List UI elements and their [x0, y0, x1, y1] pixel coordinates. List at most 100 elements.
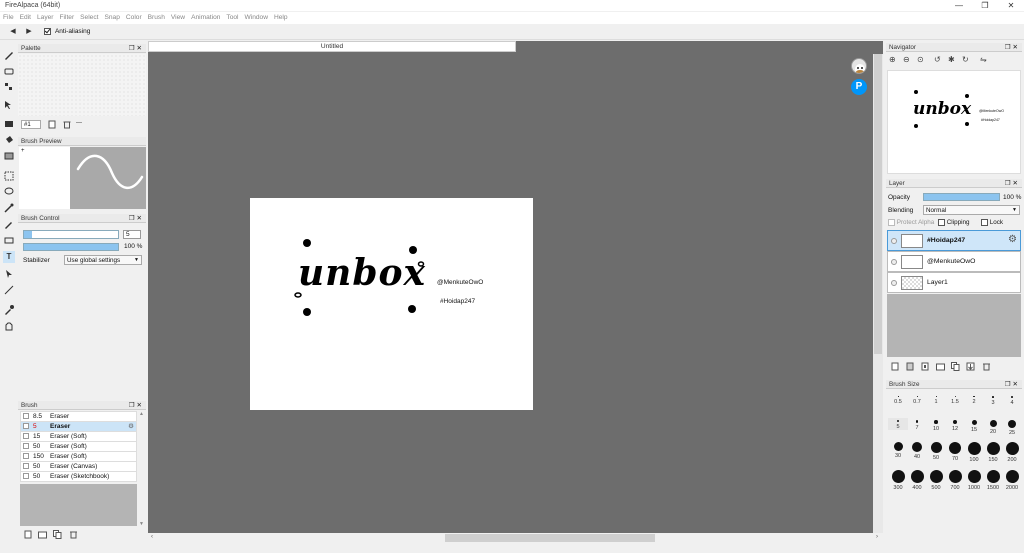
fill-rect-tool-icon[interactable]	[3, 118, 15, 130]
stabilizer-select[interactable]: Use global settings ▼	[64, 255, 142, 265]
palette-grid[interactable]	[18, 54, 146, 116]
menu-tool[interactable]: Tool	[223, 12, 241, 24]
move-tool-icon[interactable]	[3, 99, 15, 111]
brush-size-option[interactable]: 1.5	[945, 396, 965, 405]
new-brush-icon[interactable]	[24, 530, 33, 539]
brush-item[interactable]: 50 Eraser (Soft)	[20, 442, 137, 452]
brush-checkbox[interactable]	[23, 443, 29, 449]
duplicate-icon[interactable]	[53, 530, 62, 539]
rotate-reset-icon[interactable]: ✱	[948, 55, 955, 64]
brush-item[interactable]: 150 Eraser (Soft)	[20, 452, 137, 462]
vertical-scrollbar[interactable]	[873, 54, 883, 533]
brush-item[interactable]: 8.5 Eraser	[20, 412, 137, 422]
brush-size-option[interactable]: 1500	[983, 470, 1003, 491]
blending-select[interactable]: Normal ▼	[923, 205, 1020, 215]
navigator-preview[interactable]: unbox @MenkuteOwO #Hoidap247	[887, 70, 1021, 174]
palette-selector[interactable]: #1	[21, 120, 41, 129]
panel-controls[interactable]: ❐✕	[129, 44, 144, 53]
vertical-scroll-thumb[interactable]	[874, 54, 882, 354]
brush-checkbox[interactable]	[23, 423, 29, 429]
maximize-button[interactable]: ❐	[972, 0, 998, 11]
brush-size-option[interactable]: 12	[945, 418, 965, 432]
menu-select[interactable]: Select	[77, 12, 101, 24]
clipping-toggle[interactable]: Clipping	[938, 219, 970, 226]
brush-size-input[interactable]: 5	[123, 230, 141, 239]
scroll-up-icon[interactable]: ▲	[139, 411, 144, 417]
brush-item-selected[interactable]: 5 Eraser ⚙	[20, 422, 137, 432]
brush-size-option[interactable]: 0.5	[888, 396, 908, 405]
panel-controls[interactable]: ❐✕	[129, 214, 144, 223]
brush-size-option[interactable]: 400	[907, 470, 927, 491]
brush-size-option[interactable]: 3	[983, 396, 1003, 406]
brush-size-option[interactable]: 15	[964, 418, 984, 433]
clipping-checkbox[interactable]	[938, 219, 945, 226]
select-eraser-tool-icon[interactable]	[3, 234, 15, 246]
layer-row[interactable]: Layer1	[887, 272, 1021, 293]
menu-animation[interactable]: Animation	[188, 12, 223, 24]
anti-aliasing-checkbox[interactable]	[44, 28, 51, 35]
horizontal-scroll-thumb[interactable]	[445, 534, 655, 542]
menu-color[interactable]: Color	[123, 12, 145, 24]
brush-item[interactable]: 50 Eraser (Canvas)	[20, 462, 137, 472]
brush-size-option[interactable]: 1000	[964, 470, 984, 491]
new-layer-icon[interactable]	[891, 362, 900, 371]
brush-size-option[interactable]: 2000	[1002, 470, 1022, 491]
brush-size-option[interactable]: 25	[1002, 418, 1022, 436]
brush-size-option[interactable]: 20	[983, 418, 1003, 435]
pen-tool-icon[interactable]	[3, 49, 15, 61]
pixiv-icon[interactable]: P	[851, 79, 867, 95]
brush-size-option[interactable]: 700	[945, 470, 965, 491]
minimize-button[interactable]: —	[946, 0, 972, 11]
brush-size-option[interactable]: 5	[888, 418, 908, 430]
gear-icon[interactable]: ⚙	[128, 422, 134, 431]
select-pen-tool-icon[interactable]	[3, 218, 15, 230]
trash-icon[interactable]	[982, 362, 991, 371]
folder-icon[interactable]	[38, 530, 47, 539]
protect-alpha-toggle[interactable]: Protect Alpha	[888, 219, 934, 226]
scroll-down-icon[interactable]: ▼	[139, 521, 144, 527]
menu-file[interactable]: File	[0, 12, 17, 24]
brush-size-option[interactable]: 2	[964, 396, 984, 405]
lock-toggle[interactable]: Lock	[981, 219, 1003, 226]
brush-size-option[interactable]: 10	[926, 418, 946, 432]
scroll-left-icon[interactable]: ‹	[151, 534, 153, 540]
document-tab[interactable]: Untitled	[148, 41, 516, 52]
new-palette-icon[interactable]	[48, 120, 56, 129]
zoom-out-icon[interactable]: ⊖	[903, 55, 910, 64]
zoom-in-icon[interactable]: ⊕	[889, 55, 896, 64]
layer-opacity-slider[interactable]	[923, 193, 1000, 201]
lock-checkbox[interactable]	[981, 219, 988, 226]
brush-size-option[interactable]: 70	[945, 442, 965, 462]
brush-size-option[interactable]: 1	[926, 396, 946, 405]
brush-size-option[interactable]: 50	[926, 442, 946, 461]
menu-layer[interactable]: Layer	[34, 12, 57, 24]
brush-size-option[interactable]: 150	[983, 442, 1003, 463]
new-halftone-layer-icon[interactable]	[906, 362, 915, 371]
zoom-fit-icon[interactable]: ⊙	[917, 55, 924, 64]
horizontal-scrollbar[interactable]: ‹ ›	[148, 533, 883, 543]
duplicate-layer-icon[interactable]	[951, 362, 960, 371]
menu-help[interactable]: Help	[271, 12, 291, 24]
alpaca-mascot-icon[interactable]	[851, 58, 867, 74]
brush-size-option[interactable]: 500	[926, 470, 946, 491]
brush-checkbox[interactable]	[23, 433, 29, 439]
operation-tool-icon[interactable]	[3, 268, 15, 280]
bucket-tool-icon[interactable]	[3, 134, 15, 146]
brush-checkbox[interactable]	[23, 473, 29, 479]
gear-icon[interactable]: ⚙	[1008, 234, 1017, 245]
brush-size-slider[interactable]	[23, 230, 119, 239]
brush-opacity-slider[interactable]	[23, 243, 119, 251]
new-1bit-layer-icon[interactable]	[921, 362, 930, 371]
rotate-right-icon[interactable]: ↻	[962, 55, 969, 64]
brush-size-option[interactable]: 100	[964, 442, 984, 463]
hand-tool-icon[interactable]	[3, 320, 15, 332]
new-folder-icon[interactable]	[936, 362, 945, 371]
menu-view[interactable]: View	[168, 12, 188, 24]
brush-list-scrollbar[interactable]: ▲ ▼	[139, 411, 145, 527]
eraser-tool-icon[interactable]	[3, 65, 15, 77]
trash-icon[interactable]	[63, 120, 71, 129]
menu-snap[interactable]: Snap	[101, 12, 122, 24]
brush-size-option[interactable]: 7	[907, 418, 927, 431]
eyedropper-tool-icon[interactable]	[3, 304, 15, 316]
lasso-tool-icon[interactable]	[3, 186, 15, 198]
